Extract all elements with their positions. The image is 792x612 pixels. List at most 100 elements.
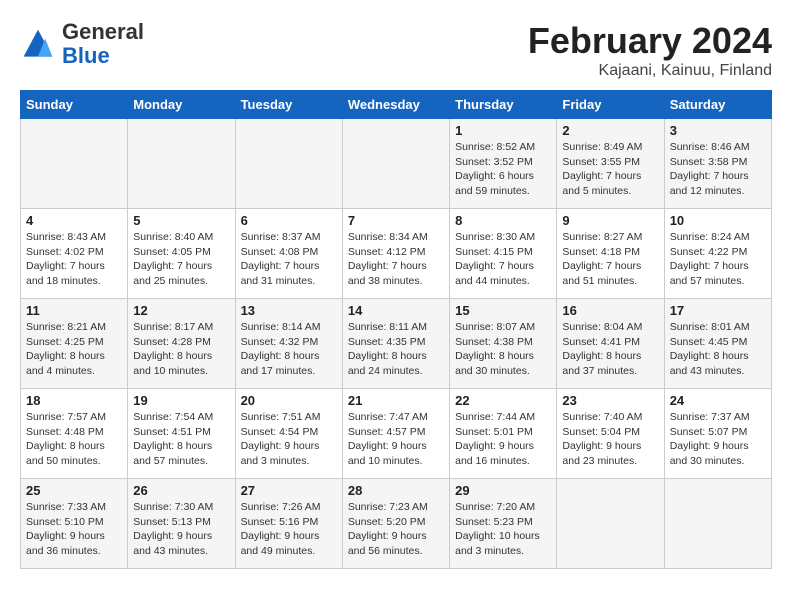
calendar-cell xyxy=(664,479,771,569)
calendar-cell: 22Sunrise: 7:44 AMSunset: 5:01 PMDayligh… xyxy=(450,389,557,479)
calendar-cell: 9 Sunrise: 8:27 AMSunset: 4:18 PMDaylight… xyxy=(557,209,664,299)
day-number: 11 xyxy=(26,303,122,318)
page-title: February 2024 xyxy=(528,20,772,62)
day-info: Sunrise: 8:07 AMSunset: 4:38 PMDaylight:… xyxy=(455,320,551,379)
calendar-cell: 8 Sunrise: 8:30 AMSunset: 4:15 PMDaylight… xyxy=(450,209,557,299)
calendar-week-row: 4Sunrise: 8:43 AMSunset: 4:02 PMDaylight… xyxy=(21,209,772,299)
calendar-cell: 16 Sunrise: 8:04 AMSunset: 4:41 PMDayligh… xyxy=(557,299,664,389)
calendar-week-row: 18 Sunrise: 7:57 AMSunset: 4:48 PMDayligh… xyxy=(21,389,772,479)
logo-general: General xyxy=(62,19,144,44)
calendar-cell: 4Sunrise: 8:43 AMSunset: 4:02 PMDaylight… xyxy=(21,209,128,299)
calendar-cell: 23Sunrise: 7:40 AMSunset: 5:04 PMDayligh… xyxy=(557,389,664,479)
day-number: 26 xyxy=(133,483,229,498)
day-number: 21 xyxy=(348,393,444,408)
day-number: 22 xyxy=(455,393,551,408)
day-info: Sunrise: 8:49 AMSunset: 3:55 PMDaylight:… xyxy=(562,140,658,199)
day-number: 23 xyxy=(562,393,658,408)
calendar-cell: 13 Sunrise: 8:14 AMSunset: 4:32 PMDayligh… xyxy=(235,299,342,389)
calendar-cell: 21 Sunrise: 7:47 AMSunset: 4:57 PMDayligh… xyxy=(342,389,449,479)
day-number: 6 xyxy=(241,213,337,228)
weekday-header: Friday xyxy=(557,91,664,119)
calendar-cell: 24Sunrise: 7:37 AMSunset: 5:07 PMDayligh… xyxy=(664,389,771,479)
day-number: 4 xyxy=(26,213,122,228)
day-number: 2 xyxy=(562,123,658,138)
calendar-cell: 27 Sunrise: 7:26 AMSunset: 5:16 PMDayligh… xyxy=(235,479,342,569)
calendar-cell: 1 Sunrise: 8:52 AMSunset: 3:52 PMDaylight… xyxy=(450,119,557,209)
calendar-cell: 7 Sunrise: 8:34 AMSunset: 4:12 PMDaylight… xyxy=(342,209,449,299)
day-info: Sunrise: 7:51 AMSunset: 4:54 PMDaylight:… xyxy=(241,410,337,469)
day-number: 16 xyxy=(562,303,658,318)
weekday-header: Saturday xyxy=(664,91,771,119)
calendar-week-row: 11 Sunrise: 8:21 AMSunset: 4:25 PMDayligh… xyxy=(21,299,772,389)
day-number: 20 xyxy=(241,393,337,408)
calendar-cell: 6 Sunrise: 8:37 AMSunset: 4:08 PMDaylight… xyxy=(235,209,342,299)
calendar-cell xyxy=(557,479,664,569)
page-header: General Blue February 2024 Kajaani, Kain… xyxy=(20,20,772,80)
day-number: 8 xyxy=(455,213,551,228)
day-info: Sunrise: 8:21 AMSunset: 4:25 PMDaylight:… xyxy=(26,320,122,379)
day-number: 10 xyxy=(670,213,766,228)
day-number: 29 xyxy=(455,483,551,498)
day-info: Sunrise: 7:54 AMSunset: 4:51 PMDaylight:… xyxy=(133,410,229,469)
day-number: 9 xyxy=(562,213,658,228)
calendar-cell: 20 Sunrise: 7:51 AMSunset: 4:54 PMDayligh… xyxy=(235,389,342,479)
day-number: 19 xyxy=(133,393,229,408)
calendar-cell: 10 Sunrise: 8:24 AMSunset: 4:22 PMDayligh… xyxy=(664,209,771,299)
day-number: 14 xyxy=(348,303,444,318)
page-subtitle: Kajaani, Kainuu, Finland xyxy=(528,62,772,80)
day-number: 28 xyxy=(348,483,444,498)
calendar-cell: 17 Sunrise: 8:01 AMSunset: 4:45 PMDayligh… xyxy=(664,299,771,389)
day-number: 18 xyxy=(26,393,122,408)
day-info: Sunrise: 8:17 AMSunset: 4:28 PMDaylight:… xyxy=(133,320,229,379)
day-info: Sunrise: 8:37 AMSunset: 4:08 PMDaylight:… xyxy=(241,230,337,289)
day-number: 17 xyxy=(670,303,766,318)
day-number: 13 xyxy=(241,303,337,318)
day-info: Sunrise: 8:52 AMSunset: 3:52 PMDaylight:… xyxy=(455,140,551,199)
calendar-cell: 11 Sunrise: 8:21 AMSunset: 4:25 PMDayligh… xyxy=(21,299,128,389)
day-info: Sunrise: 8:01 AMSunset: 4:45 PMDaylight:… xyxy=(670,320,766,379)
day-info: Sunrise: 7:57 AMSunset: 4:48 PMDaylight:… xyxy=(26,410,122,469)
calendar-cell: 12 Sunrise: 8:17 AMSunset: 4:28 PMDayligh… xyxy=(128,299,235,389)
day-info: Sunrise: 8:40 AMSunset: 4:05 PMDaylight:… xyxy=(133,230,229,289)
calendar-cell: 25Sunrise: 7:33 AMSunset: 5:10 PMDayligh… xyxy=(21,479,128,569)
day-info: Sunrise: 8:04 AMSunset: 4:41 PMDaylight:… xyxy=(562,320,658,379)
weekday-header: Wednesday xyxy=(342,91,449,119)
day-number: 7 xyxy=(348,213,444,228)
day-number: 3 xyxy=(670,123,766,138)
calendar-cell: 14 Sunrise: 8:11 AMSunset: 4:35 PMDayligh… xyxy=(342,299,449,389)
calendar-cell: 3Sunrise: 8:46 AMSunset: 3:58 PMDaylight… xyxy=(664,119,771,209)
day-info: Sunrise: 7:47 AMSunset: 4:57 PMDaylight:… xyxy=(348,410,444,469)
calendar-cell: 19 Sunrise: 7:54 AMSunset: 4:51 PMDayligh… xyxy=(128,389,235,479)
day-info: Sunrise: 8:30 AMSunset: 4:15 PMDaylight:… xyxy=(455,230,551,289)
title-area: February 2024 Kajaani, Kainuu, Finland xyxy=(528,20,772,80)
day-info: Sunrise: 7:20 AMSunset: 5:23 PMDaylight:… xyxy=(455,500,551,559)
day-number: 12 xyxy=(133,303,229,318)
calendar-cell xyxy=(235,119,342,209)
calendar-cell: 2 Sunrise: 8:49 AMSunset: 3:55 PMDaylight… xyxy=(557,119,664,209)
day-info: Sunrise: 8:24 AMSunset: 4:22 PMDaylight:… xyxy=(670,230,766,289)
day-number: 15 xyxy=(455,303,551,318)
logo: General Blue xyxy=(20,20,144,68)
day-number: 1 xyxy=(455,123,551,138)
day-info: Sunrise: 7:26 AMSunset: 5:16 PMDaylight:… xyxy=(241,500,337,559)
day-info: Sunrise: 7:30 AMSunset: 5:13 PMDaylight:… xyxy=(133,500,229,559)
calendar-cell: 28Sunrise: 7:23 AMSunset: 5:20 PMDayligh… xyxy=(342,479,449,569)
calendar-cell xyxy=(342,119,449,209)
day-info: Sunrise: 7:37 AMSunset: 5:07 PMDaylight:… xyxy=(670,410,766,469)
day-info: Sunrise: 8:11 AMSunset: 4:35 PMDaylight:… xyxy=(348,320,444,379)
day-info: Sunrise: 8:27 AMSunset: 4:18 PMDaylight:… xyxy=(562,230,658,289)
day-info: Sunrise: 8:14 AMSunset: 4:32 PMDaylight:… xyxy=(241,320,337,379)
calendar-table: SundayMondayTuesdayWednesdayThursdayFrid… xyxy=(20,90,772,569)
calendar-week-row: 25Sunrise: 7:33 AMSunset: 5:10 PMDayligh… xyxy=(21,479,772,569)
logo-icon xyxy=(20,26,56,62)
weekday-header: Tuesday xyxy=(235,91,342,119)
calendar-cell: 18 Sunrise: 7:57 AMSunset: 4:48 PMDayligh… xyxy=(21,389,128,479)
logo-blue: Blue xyxy=(62,43,110,68)
day-number: 27 xyxy=(241,483,337,498)
calendar-cell: 26 Sunrise: 7:30 AMSunset: 5:13 PMDayligh… xyxy=(128,479,235,569)
weekday-header: Monday xyxy=(128,91,235,119)
day-info: Sunrise: 8:34 AMSunset: 4:12 PMDaylight:… xyxy=(348,230,444,289)
day-info: Sunrise: 7:33 AMSunset: 5:10 PMDaylight:… xyxy=(26,500,122,559)
logo-text: General Blue xyxy=(62,20,144,68)
weekday-header-row: SundayMondayTuesdayWednesdayThursdayFrid… xyxy=(21,91,772,119)
